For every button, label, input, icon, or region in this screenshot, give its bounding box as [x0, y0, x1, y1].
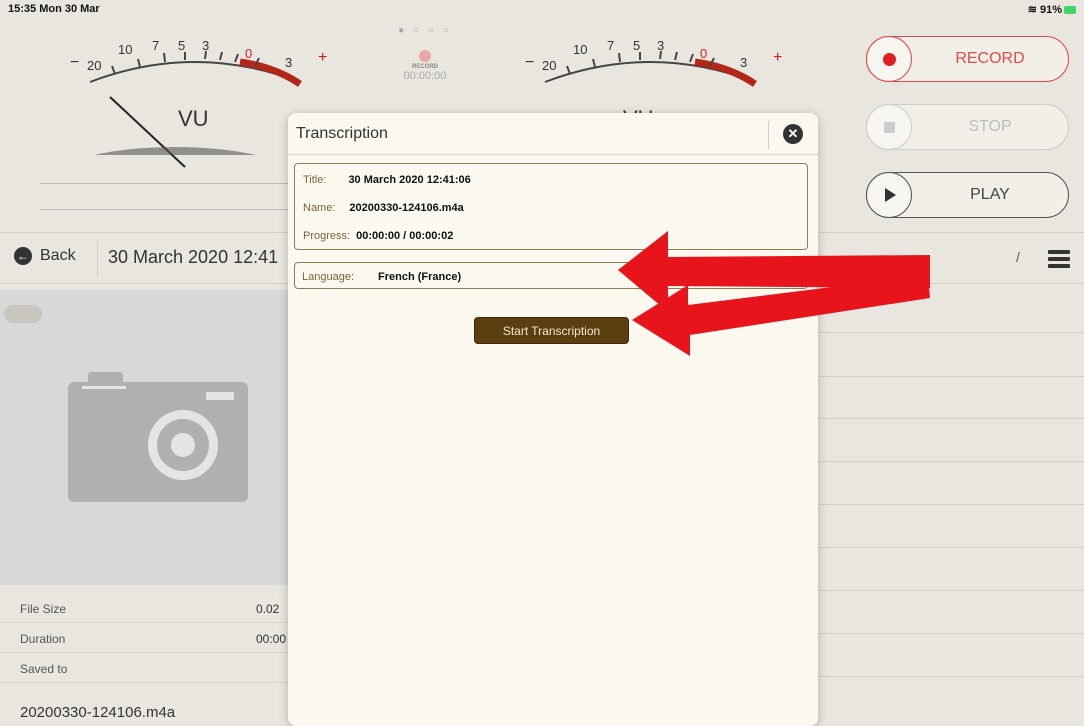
file-size-label: File Size — [20, 602, 67, 616]
svg-text:−: − — [525, 54, 534, 71]
list-divider — [816, 547, 1084, 548]
list-divider — [816, 633, 1084, 634]
close-icon[interactable]: ✕ — [783, 124, 803, 144]
list-divider — [816, 676, 1084, 677]
camera-lens-center — [171, 433, 195, 457]
play-icon — [866, 172, 912, 218]
name-label: Name: — [303, 202, 336, 214]
file-size-row: File Size 0.02 — [0, 593, 290, 623]
svg-text:3: 3 — [202, 38, 209, 53]
name-value: 20200330-124106.m4a — [349, 202, 464, 214]
svg-text:0: 0 — [245, 46, 252, 61]
edit-icon[interactable]: / — [1016, 249, 1020, 265]
center-record-indicator: ● ○ ○ ○ RECORD 00:00:00 — [385, 25, 465, 82]
start-transcription-button[interactable]: Start Transcription — [474, 317, 629, 344]
back-arrow-icon: ← — [14, 247, 32, 265]
title-label: Title: — [303, 174, 327, 186]
file-name: 20200330-124106.m4a — [20, 704, 176, 721]
title-row: Title: 30 March 2020 12:41:06 — [303, 174, 471, 186]
back-label: Back — [40, 247, 76, 264]
svg-text:10: 10 — [118, 42, 132, 57]
duration-row: Duration 00:00 — [0, 623, 290, 653]
camera-icon — [68, 372, 248, 502]
svg-text:+: + — [318, 49, 327, 66]
svg-text:−: − — [70, 54, 79, 71]
record-button[interactable]: RECORD — [866, 36, 1069, 82]
recording-info-box: Title: 30 March 2020 12:41:06 Name: 202003… — [294, 163, 808, 250]
camera-viewfinder — [206, 392, 234, 400]
list-divider — [816, 504, 1084, 505]
progress-row: Progress: 00:00:00 / 00:00:02 — [303, 230, 453, 242]
svg-text:3: 3 — [740, 55, 747, 70]
svg-text:7: 7 — [152, 38, 159, 53]
toggle-switch[interactable] — [4, 305, 42, 323]
play-button[interactable]: PLAY — [866, 172, 1069, 218]
page-title: 30 March 2020 12:41 — [108, 247, 279, 267]
svg-text:3: 3 — [285, 55, 292, 70]
progress-value: 00:00:00 / 00:00:02 — [356, 230, 454, 242]
svg-text:5: 5 — [633, 38, 640, 53]
photo-placeholder[interactable] — [0, 290, 290, 585]
svg-text:0: 0 — [700, 46, 707, 61]
svg-text:5: 5 — [178, 38, 185, 53]
language-label: Language: — [302, 271, 354, 283]
svg-text:+: + — [773, 49, 782, 66]
list-divider — [816, 418, 1084, 419]
list-divider — [816, 376, 1084, 377]
battery-percent: 91% — [1039, 4, 1062, 16]
file-size-value: 0.02 — [256, 602, 280, 616]
list-divider — [816, 590, 1084, 591]
record-dot-icon — [419, 50, 431, 62]
stop-button[interactable]: STOP — [866, 104, 1069, 150]
wifi-icon: ≋ — [1027, 4, 1040, 16]
svg-text:20: 20 — [542, 58, 556, 73]
page-dots[interactable]: ● ○ ○ ○ — [385, 25, 465, 36]
camera-bump — [88, 372, 123, 384]
record-button-label: RECORD — [955, 50, 1025, 67]
progress-label: Progress: — [303, 230, 351, 242]
svg-text:3: 3 — [657, 38, 664, 53]
duration-value: 00:00 — [256, 632, 287, 646]
nav-divider — [97, 241, 98, 277]
header-divider — [768, 121, 769, 149]
scale-line — [40, 183, 290, 184]
stop-button-label: STOP — [968, 118, 1012, 135]
camera-stripe — [82, 386, 126, 389]
language-value: French (France) — [378, 271, 462, 283]
record-time: 00:00:00 — [403, 70, 447, 82]
list-icon[interactable] — [1048, 250, 1070, 268]
list-divider — [816, 332, 1084, 333]
transcription-dialog: Transcription ✕ Title: 30 March 2020 12:4… — [288, 113, 818, 726]
title-value: 30 March 2020 12:41:06 — [348, 174, 471, 186]
dialog-title: Transcription — [296, 125, 388, 142]
play-button-label: PLAY — [970, 186, 1010, 203]
duration-label: Duration — [20, 632, 66, 646]
status-bar: 15:35 Mon 30 Mar ≋ 91% — [0, 0, 1084, 18]
list-divider — [816, 461, 1084, 462]
vu-label-left: VU — [178, 106, 209, 131]
status-time: 15:35 Mon 30 Mar — [8, 3, 100, 15]
language-selector[interactable]: Language: French (France) — [294, 262, 808, 289]
record-icon — [866, 36, 912, 82]
stop-icon — [866, 104, 912, 150]
svg-text:20: 20 — [87, 58, 101, 73]
back-button[interactable]: ← Back — [14, 247, 76, 265]
saved-to-row: Saved to — [0, 653, 290, 683]
battery-icon — [1064, 6, 1076, 15]
svg-text:10: 10 — [573, 42, 587, 57]
saved-to-label: Saved to — [20, 662, 68, 676]
battery-indicator: ≋ 91% — [1028, 3, 1076, 16]
dialog-header: Transcription ✕ — [288, 113, 818, 155]
camera-lens — [148, 410, 218, 480]
scale-line — [40, 209, 290, 210]
svg-text:7: 7 — [607, 38, 614, 53]
name-row: Name: 20200330-124106.m4a — [303, 202, 464, 214]
